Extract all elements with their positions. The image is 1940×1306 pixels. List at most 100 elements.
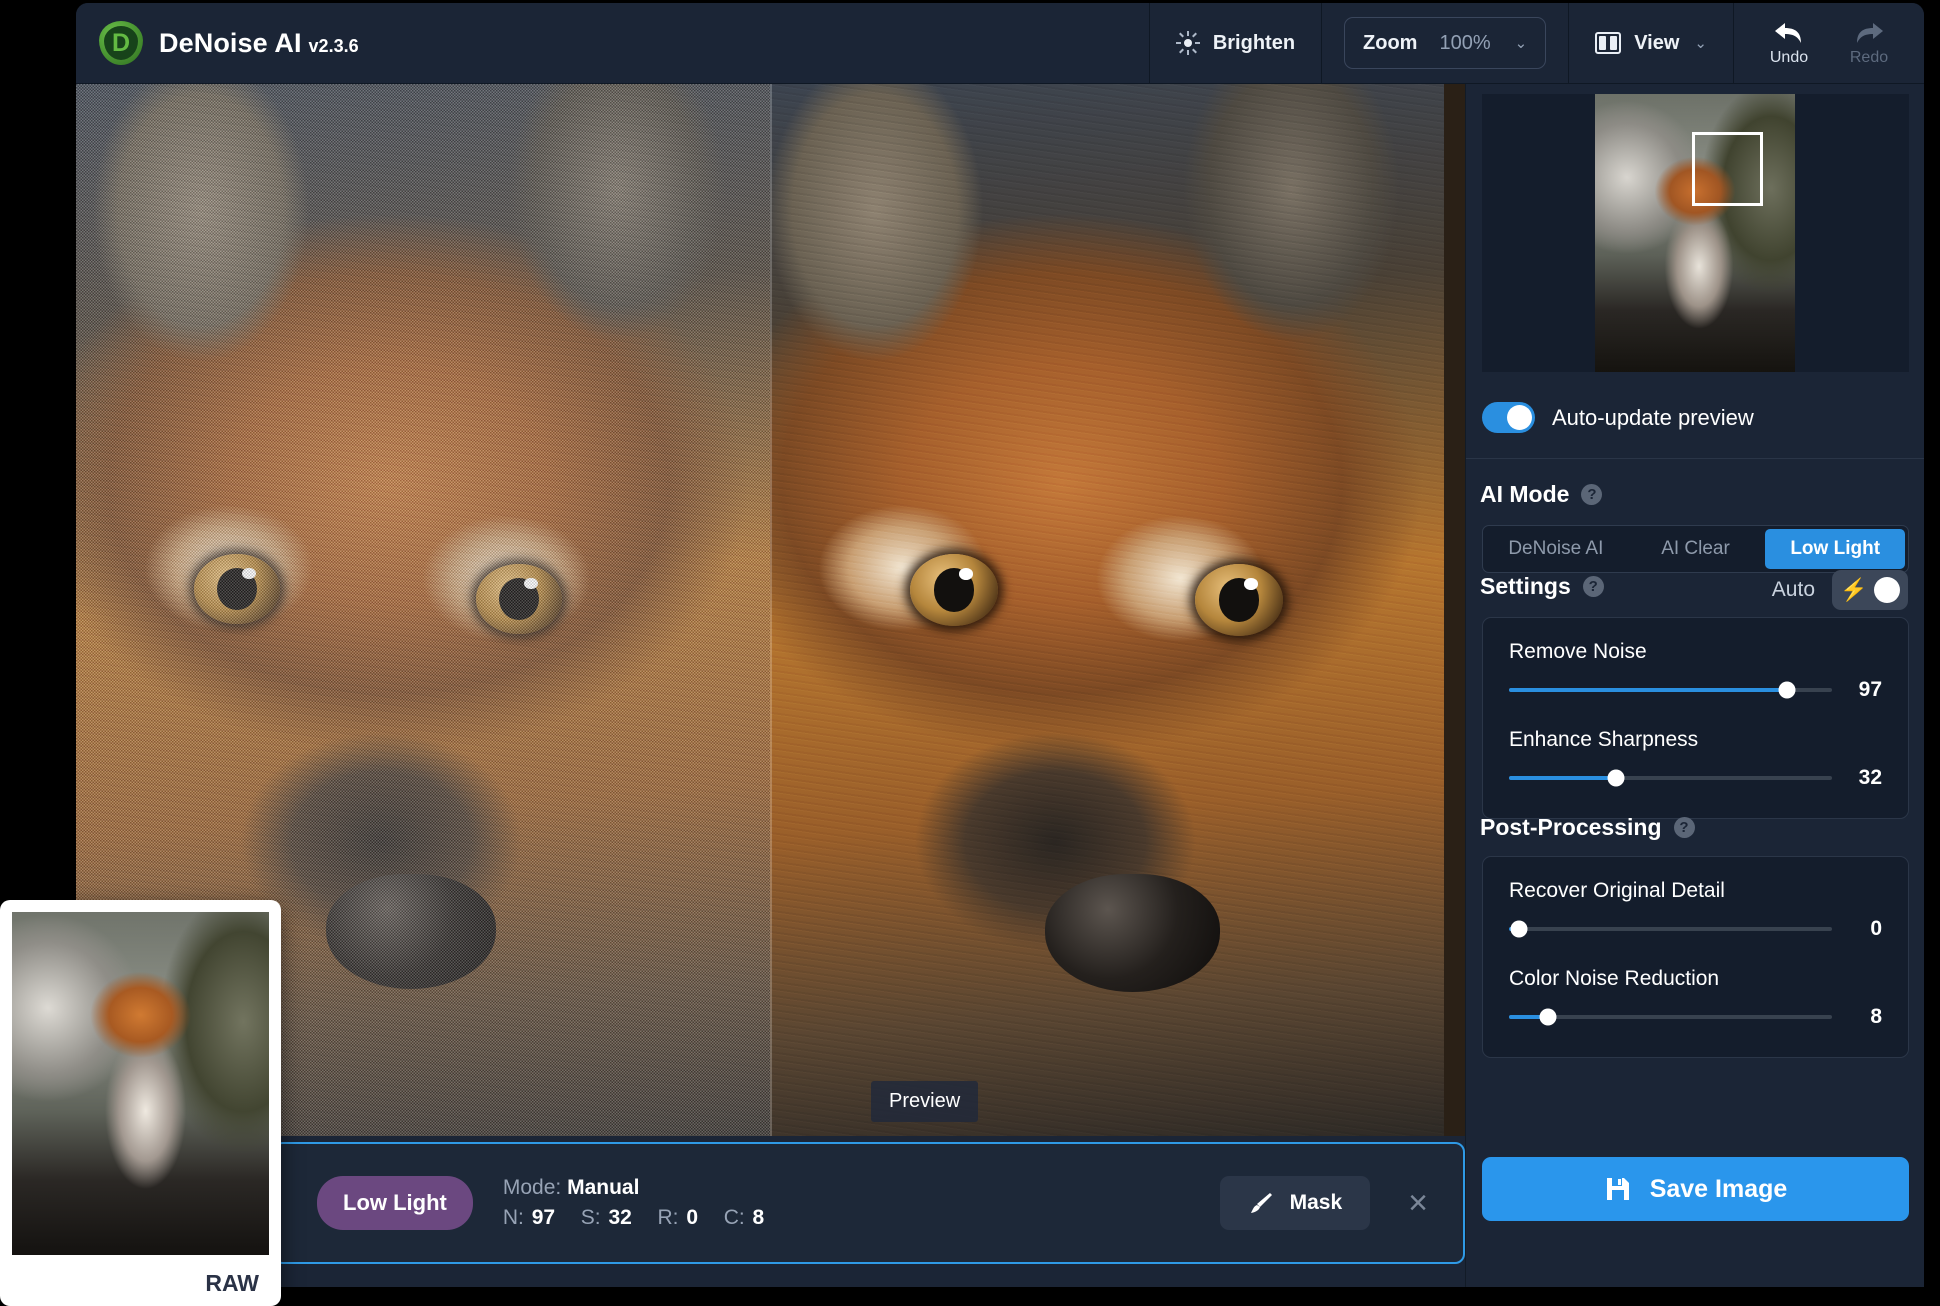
- raw-thumbnail-card[interactable]: RAW: [0, 900, 281, 1306]
- slider-fill: [1509, 776, 1616, 780]
- ai-mode-option-denoise-ai[interactable]: DeNoise AI: [1486, 529, 1626, 569]
- redo-button[interactable]: Redo: [1841, 20, 1897, 67]
- undo-redo-group: Undo Redo: [1734, 20, 1924, 67]
- settings-sliders-card: Remove Noise 97 Enhance Sharpness 32: [1482, 617, 1909, 819]
- slider-track[interactable]: [1509, 1008, 1832, 1026]
- slider-track[interactable]: [1509, 681, 1832, 699]
- split-view-icon: [1595, 32, 1622, 54]
- view-dropdown[interactable]: View ⌄: [1569, 3, 1733, 84]
- denoised-image-pane[interactable]: [770, 84, 1465, 1136]
- status-params-row: N: 97 S: 32 R: 0 C: 8: [503, 1203, 764, 1233]
- slider-label: Remove Noise: [1509, 640, 1647, 663]
- status-param-c-value: 8: [752, 1206, 765, 1229]
- fox-nose: [1045, 874, 1220, 992]
- slider-thumb[interactable]: [1510, 920, 1528, 938]
- fox-eye-right: [1195, 564, 1283, 636]
- auto-update-toggle[interactable]: [1482, 402, 1535, 433]
- status-mode-key: Mode:: [502, 1175, 562, 1199]
- header-divider-2: [1321, 3, 1323, 84]
- status-mode-info: Mode: Manual N: 97 S: 32 R: 0 C: 8: [503, 1173, 764, 1234]
- sidebar-divider-1: [1466, 458, 1924, 459]
- app-brand: D DeNoise AI v2.3.6: [76, 21, 359, 65]
- app-header: D DeNoise AI v2.3.6 Brighten Zoom 100% ⌄: [76, 3, 1924, 84]
- chevron-down-icon: ⌄: [1694, 35, 1707, 52]
- mask-button[interactable]: Mask: [1219, 1176, 1371, 1230]
- navigator-viewport-rect[interactable]: [1692, 132, 1763, 206]
- sun-icon: [1175, 31, 1200, 55]
- ai-mode-segmented-control[interactable]: DeNoise AI AI Clear Low Light: [1482, 525, 1909, 573]
- status-param-n-key: N:: [502, 1206, 524, 1229]
- settings-title: Settings: [1480, 573, 1571, 599]
- ai-mode-title: AI Mode: [1480, 481, 1570, 507]
- slider-recover-original-detail: Recover Original Detail 0: [1509, 879, 1882, 941]
- slider-value: 8: [1870, 1005, 1882, 1028]
- auto-settings-toggle[interactable]: ⚡: [1832, 570, 1908, 610]
- slider-color-noise-reduction: Color Noise Reduction 8: [1509, 967, 1882, 1029]
- status-mode-value: Manual: [567, 1175, 640, 1199]
- slider-label: Color Noise Reduction: [1509, 967, 1720, 990]
- slider-track[interactable]: [1509, 920, 1832, 938]
- ai-mode-header: AI Mode ?: [1480, 481, 1603, 508]
- undo-label: Undo: [1769, 48, 1809, 66]
- status-param-r-value: 0: [686, 1206, 699, 1229]
- ai-mode-option-low-light[interactable]: Low Light: [1765, 529, 1906, 569]
- logo-letter: D: [111, 28, 131, 57]
- app-version: v2.3.6: [308, 35, 359, 56]
- fox-image-denoised: [770, 84, 1444, 1136]
- chevron-down-icon: ⌄: [1514, 35, 1528, 52]
- close-icon[interactable]: ×: [1408, 1186, 1428, 1220]
- auto-update-row: Auto-update preview: [1482, 402, 1754, 433]
- zoom-label: Zoom: [1363, 31, 1418, 54]
- status-param-s-value: 32: [608, 1206, 632, 1229]
- slider-row: 0: [1509, 917, 1882, 941]
- help-icon[interactable]: ?: [1581, 484, 1603, 505]
- post-processing-title: Post-Processing: [1480, 814, 1662, 840]
- navigator-panel[interactable]: [1482, 94, 1909, 372]
- save-image-label: Save Image: [1649, 1174, 1788, 1203]
- brighten-button[interactable]: Brighten: [1150, 3, 1321, 84]
- save-disk-icon: [1606, 1178, 1629, 1200]
- save-image-button[interactable]: Save Image: [1482, 1157, 1909, 1221]
- raw-badge: RAW: [195, 1266, 269, 1301]
- auto-settings-row: Auto ⚡: [1772, 570, 1908, 610]
- preview-label: Preview: [871, 1081, 979, 1122]
- slider-value: 97: [1858, 678, 1882, 701]
- fox-eye-left: [910, 554, 998, 626]
- auto-update-label: Auto-update preview: [1552, 404, 1754, 430]
- status-param-r-key: R:: [657, 1206, 679, 1229]
- compare-split-divider[interactable]: [770, 84, 772, 1136]
- slider-enhance-sharpness: Enhance Sharpness 32: [1509, 728, 1882, 790]
- status-bar: Low Light Mode: Manual N: 97 S: 32 R: 0 …: [273, 1142, 1465, 1264]
- slider-row: 8: [1509, 1005, 1882, 1029]
- slider-remove-noise: Remove Noise 97: [1509, 640, 1882, 702]
- slider-label: Recover Original Detail: [1509, 879, 1725, 902]
- app-title: DeNoise AI: [159, 27, 302, 58]
- right-sidebar: Auto-update preview AI Mode ? DeNoise AI…: [1465, 84, 1924, 1287]
- auto-label: Auto: [1771, 578, 1815, 601]
- post-processing-header: Post-Processing ?: [1480, 814, 1695, 841]
- slider-thumb[interactable]: [1539, 1008, 1557, 1026]
- ai-mode-option-ai-clear[interactable]: AI Clear: [1626, 529, 1766, 569]
- redo-arrow-icon: [1857, 22, 1883, 43]
- slider-thumb[interactable]: [1778, 681, 1796, 699]
- zoom-dropdown[interactable]: Zoom 100% ⌄: [1344, 17, 1547, 69]
- status-mode-pill[interactable]: Low Light: [317, 1176, 473, 1230]
- raw-thumbnail-image: [12, 912, 269, 1255]
- bolt-icon: ⚡: [1840, 577, 1868, 602]
- undo-arrow-icon: [1775, 22, 1801, 43]
- mask-label: Mask: [1289, 1191, 1343, 1214]
- post-processing-sliders-card: Recover Original Detail 0 Color Noise Re…: [1482, 856, 1909, 1058]
- status-mode-row: Mode: Manual: [503, 1173, 764, 1203]
- help-icon[interactable]: ?: [1673, 817, 1695, 838]
- toggle-knob: [1874, 577, 1900, 603]
- image-compare-stage[interactable]: [76, 84, 1465, 1136]
- status-param-c-key: C:: [723, 1206, 745, 1229]
- brighten-label: Brighten: [1212, 31, 1296, 54]
- undo-button[interactable]: Undo: [1761, 20, 1817, 67]
- help-icon[interactable]: ?: [1582, 576, 1604, 597]
- slider-value: 32: [1858, 766, 1882, 789]
- slider-track[interactable]: [1509, 769, 1832, 787]
- status-param-s-key: S:: [580, 1206, 601, 1229]
- zoom-value: 100%: [1439, 31, 1491, 54]
- slider-thumb[interactable]: [1607, 769, 1625, 787]
